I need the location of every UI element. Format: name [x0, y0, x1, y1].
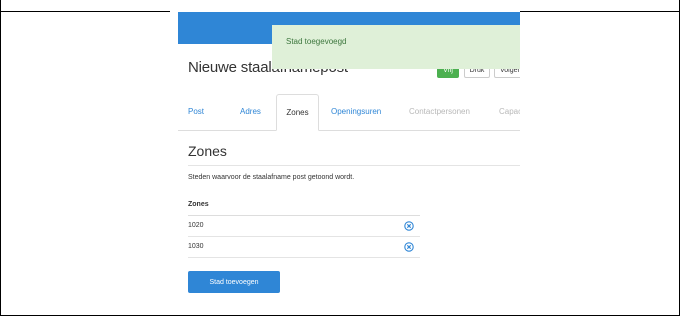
tab-adres[interactable]: Adres	[240, 94, 261, 130]
toast-message: Stad toegevoegd	[286, 37, 347, 46]
zones-table: Zones 1020 1030	[188, 195, 420, 258]
tab-contactpersonen: Contactpersonen	[409, 107, 470, 116]
success-toast: Stad toegevoegd	[272, 25, 520, 69]
tab-bar: Post Adres Zones Openingsuren Contactper…	[178, 94, 520, 131]
remove-circle-icon[interactable]	[404, 221, 414, 231]
top-border-right	[520, 0, 680, 12]
tab-capaciteit: Capaciteit	[499, 107, 520, 116]
section-description: Steden waarvoor de staalafname post geto…	[188, 174, 355, 181]
zone-value: 1020	[188, 222, 204, 229]
zone-value: 1030	[188, 243, 204, 250]
add-city-button[interactable]: Stad toevoegen	[188, 271, 280, 293]
table-row: 1030	[188, 237, 420, 258]
remove-circle-icon[interactable]	[404, 242, 414, 252]
section-title: Zones	[188, 140, 520, 166]
tab-post[interactable]: Post	[188, 94, 204, 130]
zones-column-header: Zones	[188, 195, 420, 216]
app-viewport: Nieuwe staalafnamepost Vrij Druk Volgend…	[178, 12, 520, 308]
table-row: 1020	[188, 216, 420, 237]
top-border-left	[0, 0, 170, 12]
tab-zones[interactable]: Zones	[276, 94, 319, 131]
tab-openingsuren[interactable]: Openingsuren	[331, 94, 381, 130]
